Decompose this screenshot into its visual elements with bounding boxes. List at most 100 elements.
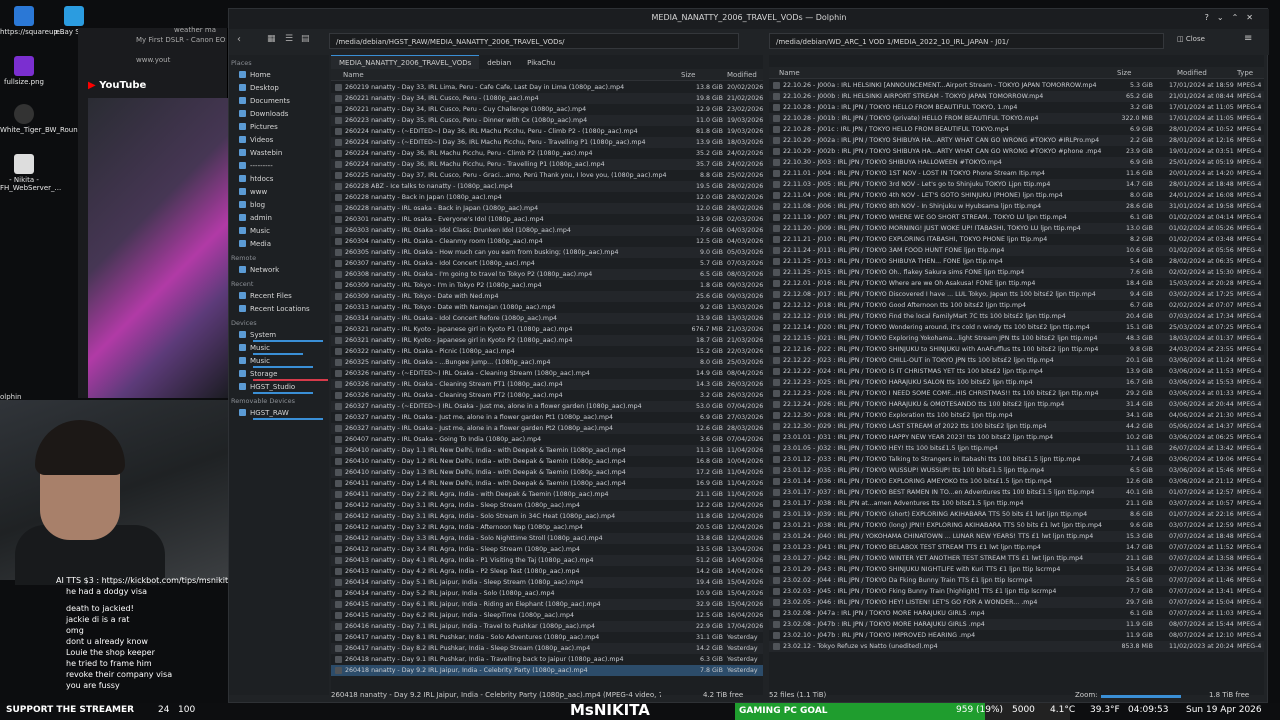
file-row[interactable]: 260327 nanatty - (~EDITED~) IRL Osaka - …	[331, 401, 763, 412]
places-item[interactable]: Downloads	[239, 109, 288, 120]
file-row[interactable]: 22.11.08 - J006 : IRL JPN / TOKYO 8th NO…	[769, 201, 1264, 212]
file-row[interactable]: 23.01.23 - J041 : IRL JPN / TOKYO BELABO…	[769, 542, 1264, 553]
file-row[interactable]: 23.02.12 - Tokyo Refuze vs Natto (unedit…	[769, 641, 1264, 652]
view-details-icon[interactable]: ▤	[301, 34, 310, 44]
file-row[interactable]: 260412 nanatty - Day 3.3 IRL Agra, India…	[331, 533, 763, 544]
file-row[interactable]: 260327 nanatty - IRL Osaka - Just me, al…	[331, 412, 763, 423]
file-row[interactable]: 22.12.24 - J026 : IRL JPN / TOKYO HARAJU…	[769, 399, 1264, 410]
column-name[interactable]: Name	[779, 67, 800, 79]
view-compact-icon[interactable]: ☰	[285, 34, 293, 44]
file-row[interactable]: 260228 nanatty - IRL osaka - Back in Jap…	[331, 203, 763, 214]
file-row[interactable]: 23.01.17 - J037 : IRL JPN / TOKYO BEST R…	[769, 487, 1264, 498]
file-row[interactable]: 260410 nanatty - Day 1.1 IRL New Delhi, …	[331, 445, 763, 456]
file-row[interactable]: 22.12.22 - J024 : IRL JPN / TOKYO IS IT …	[769, 366, 1264, 377]
file-row[interactable]: 260414 nanatty - Day 5.1 IRL Jaipur, Ind…	[331, 577, 763, 588]
file-row[interactable]: 23.02.08 - J047a : IRL JPN / TOKYO MORE …	[769, 608, 1264, 619]
zoom-slider[interactable]	[1101, 695, 1181, 698]
file-row[interactable]: 260416 nanatty - Day 7.1 IRL Jaipur, Ind…	[331, 621, 763, 632]
file-row[interactable]: 22.12.08 - J017 : IRL JPN / TOKYO Discov…	[769, 289, 1264, 300]
places-item[interactable]: Music	[239, 226, 270, 237]
file-row[interactable]: 260308 nanatty - IRL Osaka - I'm going t…	[331, 269, 763, 280]
file-row[interactable]: 22.12.23 - J026 : IRL JPN / TOKYO I NEED…	[769, 388, 1264, 399]
file-row[interactable]: 260410 nanatty - Day 1.3 IRL New Delhi, …	[331, 467, 763, 478]
column-name[interactable]: Name	[343, 69, 364, 81]
places-item[interactable]: Recent Locations	[239, 304, 310, 315]
column-size[interactable]: Size	[681, 69, 695, 81]
file-row[interactable]: 22.12.23 - J025 : IRL JPN / TOKYO HARAJU…	[769, 377, 1264, 388]
file-row[interactable]: 23.01.17 - J038 : IRL JPN at...amen Adve…	[769, 498, 1264, 509]
file-row[interactable]: 23.02.02 - J044 : IRL JPN / TOKYO Da Fki…	[769, 575, 1264, 586]
column-size[interactable]: Size	[1117, 67, 1131, 79]
file-row[interactable]: 260326 nanatty - (~EDITED~) IRL Osaka - …	[331, 368, 763, 379]
file-row[interactable]: 260326 nanatty - IRL Osaka - Cleaning St…	[331, 379, 763, 390]
column-modified[interactable]: Modified	[727, 69, 757, 81]
close-split-button[interactable]: ◫ Close	[1177, 35, 1205, 43]
file-row[interactable]: 22.11.25 - J015 : IRL JPN / TOKYO Oh.. f…	[769, 267, 1264, 278]
file-row[interactable]: 23.01.12 - J035 : IRL JPN / TOKYO WUSSUP…	[769, 465, 1264, 476]
back-icon[interactable]: ‹	[237, 34, 241, 45]
file-row[interactable]: 260309 nanatty - IRL Tokyo - Date with N…	[331, 291, 763, 302]
file-row[interactable]: 23.01.19 - J039 : IRL JPN / TOKYO (short…	[769, 509, 1264, 520]
file-row[interactable]: 260411 nanatty - Day 2.2 IRL Agra, India…	[331, 489, 763, 500]
file-row[interactable]: 260225 nanatty - Day 37, IRL Cusco, Peru…	[331, 170, 763, 181]
file-row[interactable]: 22.12.12 - J018 : IRL JPN / TOKYO Good A…	[769, 300, 1264, 311]
file-row[interactable]: 22.11.20 - J009 : IRL JPN / TOKYO MORNIN…	[769, 223, 1264, 234]
file-row[interactable]: 260412 nanatty - Day 3.4 IRL Agra, India…	[331, 544, 763, 555]
tab-pikachu[interactable]: PikaChu	[519, 56, 563, 70]
places-item[interactable]: Desktop	[239, 83, 279, 94]
file-row[interactable]: 22.12.14 - J020 : IRL JPN / TOKYO Wonder…	[769, 322, 1264, 333]
file-row[interactable]: 260413 nanatty - Day 4.2 IRL Agra, India…	[331, 566, 763, 577]
file-row[interactable]: 260304 nanatty - IRL Osaka - Cleanmy roo…	[331, 236, 763, 247]
file-row[interactable]: 22.11.21 - J010 : IRL JPN / TOKYO EXPLOR…	[769, 234, 1264, 245]
desktop-icon-fullsize[interactable]: fullsize.png	[0, 56, 48, 86]
file-row[interactable]: 260221 nanatty - Day 34, IRL Cusco, Peru…	[331, 104, 763, 115]
places-item[interactable]: Media	[239, 239, 271, 250]
file-row[interactable]: 260219 nanatty - Day 33, IRL Lima, Peru …	[331, 82, 763, 93]
desktop-icon-square[interactable]: https://squareup...	[0, 6, 65, 36]
file-row[interactable]: 22.11.19 - J007 : IRL JPN / TOKYO WHERE …	[769, 212, 1264, 223]
desktop-icon-nikita[interactable]: - Nikita - FH_WebServer_...	[0, 154, 61, 192]
left-path-bar[interactable]: /media/debian/HGST_RAW/MEDIA_NANATTY_200…	[329, 33, 739, 49]
file-row[interactable]: 23.02.08 - J047b : IRL JPN / TOKYO MORE …	[769, 619, 1264, 630]
desktop-icon-whitetiger[interactable]: White_Tiger_BW_Round...	[0, 104, 89, 134]
file-row[interactable]: 23.01.27 - J042 : IRL JPN / TOKYO WINTER…	[769, 553, 1264, 564]
file-row[interactable]: 260410 nanatty - Day 1.2 IRL New Delhi, …	[331, 456, 763, 467]
file-row[interactable]: 22.12.12 - J019 : IRL JPN / TOKYO Find t…	[769, 311, 1264, 322]
view-icons-icon[interactable]: ▦	[267, 34, 276, 44]
file-row[interactable]: 260417 nanatty - Day 8.2 IRL Pushkar, In…	[331, 643, 763, 654]
places-item[interactable]: Documents	[239, 96, 290, 107]
video-player[interactable]	[88, 98, 228, 398]
window-titlebar[interactable]: MEDIA_NANATTY_2006_TRAVEL_VODs — Dolphin…	[229, 9, 1269, 29]
file-row[interactable]: 260305 nanatty - IRL Osaka - How much ca…	[331, 247, 763, 258]
file-row[interactable]: 260412 nanatty - Day 3.1 IRL Agra, India…	[331, 500, 763, 511]
file-row[interactable]: 260413 nanatty - Day 4.1 IRL Agra, India…	[331, 555, 763, 566]
file-row[interactable]: 260327 nanatty - IRL Osaka - Just me, al…	[331, 423, 763, 434]
file-row[interactable]: 260415 nanatty - Day 6.1 IRL Jaipur, Ind…	[331, 599, 763, 610]
file-row[interactable]: 260414 nanatty - Day 5.2 IRL Jaipur, Ind…	[331, 588, 763, 599]
file-row[interactable]: 260309 nanatty - IRL Tokyo - I'm in Toky…	[331, 280, 763, 291]
file-row[interactable]: 260415 nanatty - Day 6.2 IRL Jaipur, Ind…	[331, 610, 763, 621]
file-row[interactable]: 260228 nanatty - Back in Japan (1080p_aa…	[331, 192, 763, 203]
file-row[interactable]: 22.12.22 - J023 : IRL JPN / TOKYO CHILL-…	[769, 355, 1264, 366]
file-row[interactable]: 260418 nanatty - Day 9.2 IRL Jaipur, Ind…	[331, 665, 763, 676]
places-item[interactable]: Network	[239, 265, 279, 276]
file-row[interactable]: 22.10.26 - J000a : IRL HELSINKI [ANNOUNC…	[769, 80, 1264, 91]
browser-tab[interactable]: weather ma	[174, 26, 224, 38]
file-row[interactable]: 260321 nanatty - IRL Kyoto - Japanese gi…	[331, 335, 763, 346]
file-row[interactable]: 22.12.30 - J029 : IRL JPN / TOKYO LAST S…	[769, 421, 1264, 432]
places-item[interactable]: Recent Files	[239, 291, 292, 302]
file-row[interactable]: 23.01.12 - J033 : IRL JPN / TOKYO Talkin…	[769, 454, 1264, 465]
right-path-bar[interactable]: /media/debian/WD_ARC_1 VOD 1/MEDIA_2022_…	[769, 33, 1164, 49]
file-row[interactable]: 260313 nanatty - IRL Tokyo - Date with N…	[331, 302, 763, 313]
file-row[interactable]: 23.02.05 - J046 : IRL JPN / TOKYO HEY! L…	[769, 597, 1264, 608]
file-row[interactable]: 260303 nanatty - IRL Osaka - Idol Class;…	[331, 225, 763, 236]
column-modified[interactable]: Modified	[1177, 67, 1207, 79]
tab-debian[interactable]: debian	[479, 56, 519, 70]
file-row[interactable]: 260221 nanatty - Day 34, IRL Cusco, Peru…	[331, 93, 763, 104]
file-row[interactable]: 22.10.28 - J001c : IRL JPN / TOKYO HELLO…	[769, 124, 1264, 135]
file-row[interactable]: 23.01.29 - J043 : IRL JPN / TOKYO SHINJU…	[769, 564, 1264, 575]
file-row[interactable]: 260412 nanatty - Day 3.2 IRL Agra, India…	[331, 522, 763, 533]
file-row[interactable]: 22.10.28 - J001b : IRL JPN / TOKYO (priv…	[769, 113, 1264, 124]
file-row[interactable]: 260228 ABZ - Ice talks to nanatty - (108…	[331, 181, 763, 192]
places-item[interactable]: Home	[239, 70, 271, 81]
